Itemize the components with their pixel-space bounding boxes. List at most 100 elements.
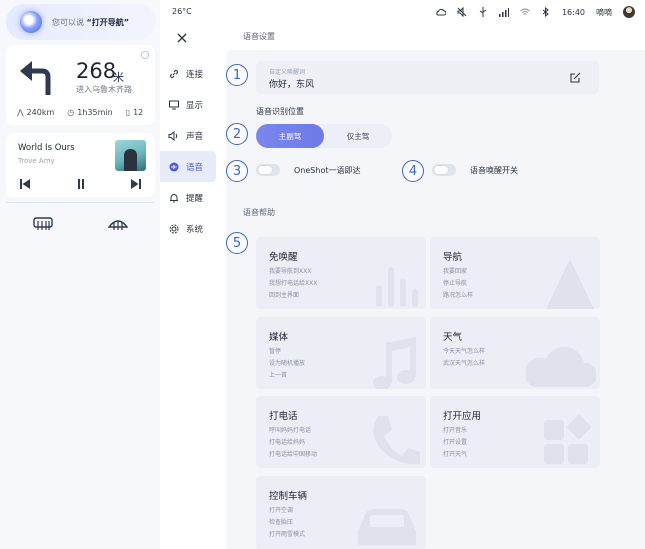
menu-item-voice[interactable]: 语音 — [160, 151, 216, 182]
car-icon — [358, 509, 416, 545]
road-icon: ⋀ — [17, 108, 24, 117]
recognition-position-selector: 主副驾 仅主驾 — [256, 124, 392, 148]
voice-icon — [168, 161, 179, 172]
marker-3: 3 — [226, 160, 248, 182]
help-card-line: 打电话给中国移动 — [269, 451, 318, 458]
menu-label: 连接 — [186, 69, 204, 80]
voice-help-title: 语音帮助 — [243, 208, 275, 217]
menu-item-sound[interactable]: 声音 — [160, 120, 216, 151]
song-artist: Trove Amy — [18, 157, 55, 165]
traffic-light-icon: ▯ — [125, 108, 131, 117]
usb-icon — [478, 7, 488, 17]
left-column: 您可以说 “打开导航” 268 米 进入乌鲁木齐路 ⋀ 240km ◷ 1h35mi… — [0, 0, 160, 549]
menu-label: 系统 — [186, 224, 204, 235]
trip-stats: ⋀ 240km ◷ 1h35min ▯ 12 — [17, 108, 147, 117]
marker-5: 5 — [226, 232, 248, 254]
user-name: 嘀嘀 — [596, 7, 612, 17]
marker-4: 4 — [402, 160, 424, 182]
menu-item-reminder[interactable]: 提醒 — [160, 182, 216, 213]
link-icon — [168, 68, 179, 79]
user-avatar[interactable] — [623, 6, 635, 18]
voice-assistant-bar[interactable]: 您可以说 “打开导航” — [6, 4, 156, 40]
position-option-both[interactable]: 主副驾 — [256, 124, 324, 148]
menu-item-connection[interactable]: 连接 — [160, 58, 216, 89]
help-card-line: 打电话给妈妈 — [269, 439, 306, 446]
help-card-line: 武汉天气怎么样 — [443, 360, 486, 367]
help-card-title: 打电话 — [269, 411, 298, 422]
nav-arrow-icon — [546, 259, 594, 309]
settings-menu: 连接 显示 声音 语音 提醒 系统 — [160, 58, 216, 244]
help-card-line: 检查胎压 — [269, 519, 294, 526]
close-icon[interactable] — [172, 28, 192, 48]
next-track-icon[interactable] — [129, 177, 143, 191]
phone-icon — [373, 416, 420, 465]
assistant-hint: 您可以说 “打开导航” — [52, 17, 130, 27]
help-card-line: 回到主界面 — [269, 292, 300, 299]
song-title: World Is Ours — [18, 143, 75, 153]
menu-label: 声音 — [186, 131, 204, 142]
remaining-distance: ⋀ 240km — [17, 108, 55, 117]
help-card-line: 打开设置 — [443, 439, 468, 446]
wake-switch-label: 语音唤醒开关 — [470, 165, 518, 175]
media-card[interactable]: World Is Ours Trove Amy — [6, 133, 155, 197]
help-card-title: 控制车辆 — [269, 491, 308, 502]
help-card-title: 导航 — [443, 252, 463, 263]
oneshot-row: OneShot一语即达 — [256, 164, 360, 176]
help-card-line: 我想打电话给XXX — [269, 280, 318, 287]
help-card-line: 我要导航到XXX — [269, 268, 312, 275]
wake-switch-row: 语音唤醒开关 — [432, 164, 518, 176]
marker-1: 1 — [226, 64, 248, 86]
help-card-wake-free[interactable]: 免唤醒 我要导航到XXX 我想打电话给XXX 回到主界面 — [256, 237, 426, 309]
media-controls — [18, 177, 143, 191]
help-card-title: 打开应用 — [443, 411, 482, 422]
speaker-icon — [168, 130, 179, 141]
help-card-navigation[interactable]: 导航 我要回家 停止导航 路况怎么样 — [430, 237, 600, 309]
menu-item-display[interactable]: 显示 — [160, 89, 216, 120]
status-bar: 16:40 嘀嘀 — [436, 6, 635, 18]
help-card-line: 停止导航 — [443, 280, 468, 287]
assistant-orb-icon[interactable] — [20, 11, 42, 33]
pause-icon[interactable] — [74, 177, 88, 191]
sound-bars-icon — [376, 267, 418, 307]
menu-label: 显示 — [186, 100, 204, 111]
help-card-weather[interactable]: 天气 今天天气怎么样 武汉天气怎么样 — [430, 317, 600, 389]
help-card-title: 免唤醒 — [269, 252, 298, 263]
help-card-call[interactable]: 打电话 呼叫妈妈打电话 打电话给妈妈 打电话给中国移动 — [256, 396, 426, 468]
help-card-line: 打开空调 — [269, 507, 294, 514]
help-card-line: 设为随机播放 — [269, 360, 306, 367]
mute-icon — [457, 7, 467, 17]
menu-item-system[interactable]: 系统 — [160, 213, 216, 244]
clock-time: 16:40 — [561, 7, 585, 17]
rear-defrost-icon[interactable] — [33, 216, 53, 235]
edit-icon[interactable] — [570, 72, 581, 83]
help-card-media[interactable]: 媒体 暂停 设为随机播放 上一首 — [256, 317, 426, 389]
front-defrost-icon[interactable] — [107, 216, 129, 235]
next-road: 进入乌鲁木齐路 — [76, 85, 132, 94]
help-card-title: 天气 — [443, 332, 463, 343]
turn-distance-unit: 米 — [113, 71, 124, 84]
navigation-card[interactable]: 268 米 进入乌鲁木齐路 ⋀ 240km ◷ 1h35min ▯ 12 — [6, 45, 155, 125]
wake-word-field[interactable]: 自定义唤醒词 你好，东风 — [256, 61, 599, 94]
wake-word-caption: 自定义唤醒词 — [269, 69, 306, 76]
help-card-open-app[interactable]: 打开应用 打开音乐 打开设置 打开天气 — [430, 396, 600, 468]
help-card-line: 呼叫妈妈打电话 — [269, 427, 312, 434]
bell-icon — [168, 192, 179, 203]
help-card-line: 今天天气怎么样 — [443, 348, 486, 355]
previous-track-icon[interactable] — [18, 177, 32, 191]
help-card-vehicle-control[interactable]: 控制车辆 打开空调 检查胎压 打开雨雪模式 — [256, 476, 426, 549]
help-card-title: 媒体 — [269, 332, 289, 343]
voice-wake-switch[interactable] — [432, 164, 456, 176]
clock-icon: ◷ — [67, 108, 75, 117]
marker-2: 2 — [226, 123, 248, 145]
oneshot-label: OneShot一语即达 — [294, 165, 361, 175]
position-option-driver[interactable]: 仅主驾 — [324, 124, 392, 148]
oneshot-switch[interactable] — [256, 164, 280, 176]
wake-word-value: 你好，东风 — [269, 80, 315, 90]
climate-shortcuts — [6, 202, 155, 243]
nav-close-icon[interactable] — [141, 51, 149, 59]
help-card-line: 我要回家 — [443, 268, 468, 275]
voice-settings-title: 语音设置 — [243, 32, 275, 41]
turn-distance: 268 — [76, 59, 117, 83]
menu-label: 语音 — [186, 162, 204, 173]
bluetooth-icon — [541, 7, 551, 17]
